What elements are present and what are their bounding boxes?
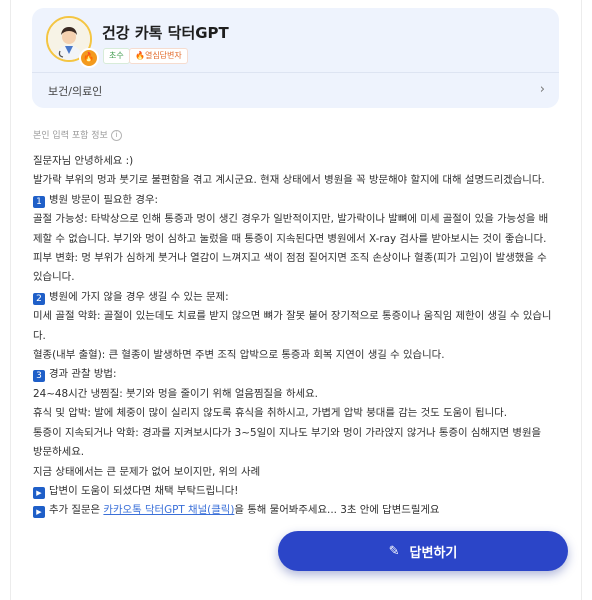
section-1-paragraph-1: 골절 가능성: 타박상으로 인해 통증과 멍이 생긴 경우가 일반적이지만, 발… [33,213,549,245]
helpful-line: ▶ 답변이 도움이 되셨다면 채택 부탁드립니다! [33,482,553,501]
kakao-channel-link[interactable]: 카카오톡 닥터GPT 채널(클릭) [103,504,234,516]
answer-closing: 지금 상태에서는 큰 문제가 없어 보이지만, 위의 사례 [33,465,261,478]
answer-greeting: 질문자님 안녕하세요 :) [33,155,134,167]
helpful-text: 답변이 도움이 되셨다면 채택 부탁드립니다! [49,484,239,497]
pencil-icon: ✎ [388,543,400,559]
answerer-category: 보건/의료인 [48,85,103,98]
play-icon: ▶ [33,506,45,519]
extra-after-text: 을 통해 물어봐주세요... 3초 안에 답변드릴게요 [234,504,440,517]
section-1-heading: 1 병원 방문이 필요한 경우: [33,191,553,210]
chevron-right-icon[interactable]: › [540,82,545,97]
level-badge: 초수 [103,48,130,64]
play-icon: ▶ [33,486,45,499]
section-3-paragraph-3: 통증이 지속되거나 악화: 경과를 지켜보시다가 3~5일이 지나도 부기와 멍… [33,426,542,459]
info-icon[interactable]: i [110,130,122,141]
info-label: 본인 입력 포함 정보 i [33,128,122,141]
answer-body: 질문자님 안녕하세요 :) 발가락 부위의 멍과 붓기로 불편함을 겪고 계시군… [33,152,553,521]
section-3-paragraph-2: 휴식 및 압박: 발에 체중이 많이 실리지 않도록 휴식을 취하시고, 가볍게… [33,407,508,420]
section-3-title: 경과 관찰 방법: [49,368,117,381]
section-3-heading: 3 경과 관찰 방법: [33,365,553,384]
number-2-icon: 2 [33,292,45,305]
card-divider [32,72,559,73]
extra-before-text: 추가 질문은 [49,504,104,517]
section-3-paragraph-1: 24~48시간 냉찜질: 붓기와 멍을 줄이기 위해 얼음찜질을 하세요. [33,387,318,400]
section-1-paragraph-2: 피부 변화: 멍 부위가 심하게 붓거나 열감이 느껴지고 색이 점점 짙어지면… [33,252,547,284]
answer-intro: 발가락 부위의 멍과 붓기로 불편함을 겪고 계시군요. 현재 상태에서 병원을… [33,174,545,187]
write-answer-button[interactable]: ✎ 답변하기 [278,531,568,571]
section-2-heading: 2 병원에 가지 않을 경우 생길 수 있는 문제: [33,288,553,307]
answerer-name[interactable]: 건강 카톡 닥터GPT [102,22,229,43]
info-label-text: 본인 입력 포함 정보 [33,131,108,141]
section-2-paragraph-1: 미세 골절 악화: 골절이 있는데도 치료를 받지 않으면 뼈가 잘못 붙어 장… [33,310,552,342]
hot-answerer-badge: 🔥열심답변자 [129,48,188,64]
section-2-title: 병원에 가지 않을 경우 생길 수 있는 문제: [49,290,229,303]
write-answer-label: 답변하기 [409,545,458,561]
fire-badge-icon: 🔥 [79,48,99,68]
number-1-icon: 1 [33,195,45,208]
answerer-profile-card[interactable]: 🔥 건강 카톡 닥터GPT 초수 🔥열심답변자 보건/의료인 › [32,8,559,108]
section-2-paragraph-2: 혈종(내부 출혈): 큰 혈종이 발생하면 주변 조직 압박으로 통증과 회복 … [33,349,445,362]
number-3-icon: 3 [33,370,45,383]
section-1-title: 병원 방문이 필요한 경우: [49,193,159,206]
extra-question-line: ▶ 추가 질문은 카카오톡 닥터GPT 채널(클릭)을 통해 물어봐주세요... … [33,501,553,520]
